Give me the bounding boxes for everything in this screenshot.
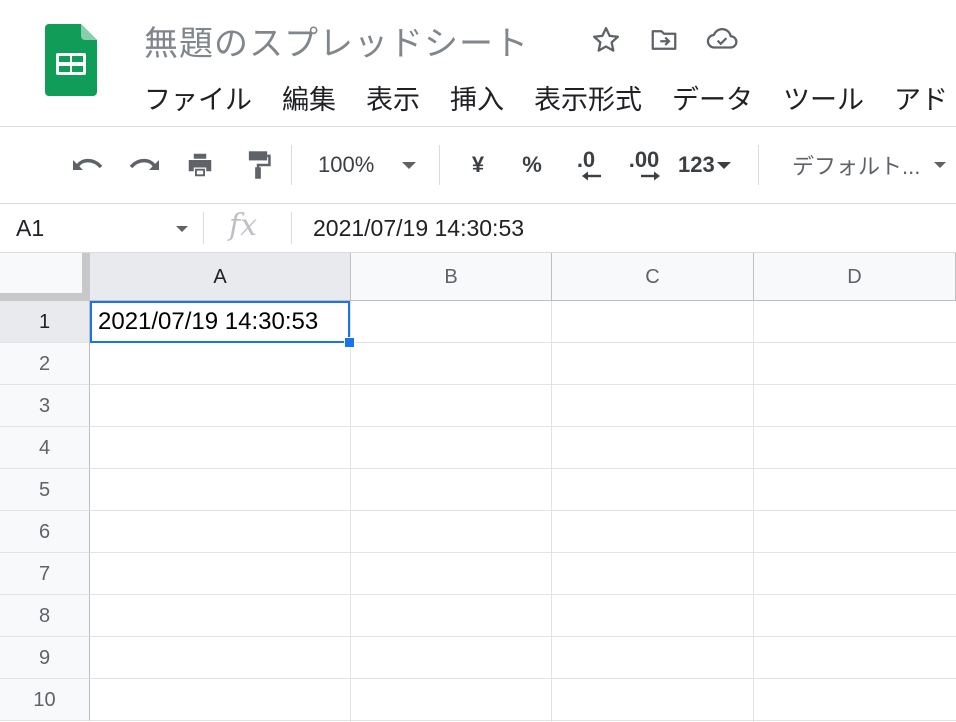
formula-bar: A1 fx 2021/07/19 14:30:53 (0, 204, 956, 253)
toolbar-divider (439, 145, 440, 185)
menu-data[interactable]: データ (672, 78, 753, 117)
document-title[interactable]: 無題のスプレッドシート (144, 16, 529, 65)
move-to-folder-icon[interactable] (646, 22, 682, 58)
menu-bar: ファイル 編集 表示 挿入 表示形式 データ ツール アド (144, 78, 948, 117)
menu-file[interactable]: ファイル (144, 78, 252, 117)
row-header-3[interactable]: 3 (0, 385, 90, 427)
font-name: デフォルト... (792, 154, 921, 179)
increase-decimal-button[interactable]: .00 (622, 127, 666, 203)
grid-line (90, 510, 956, 511)
grid-line (90, 594, 956, 595)
menu-format[interactable]: 表示形式 (534, 78, 642, 117)
grid-line (90, 384, 956, 385)
menu-view[interactable]: 表示 (366, 78, 420, 117)
menu-edit[interactable]: 編集 (282, 78, 336, 117)
grid-line (90, 678, 956, 679)
cloud-saved-icon[interactable] (704, 22, 740, 58)
chevron-down-icon (716, 161, 731, 169)
star-icon[interactable] (588, 22, 624, 58)
font-select[interactable]: デフォルト... (792, 127, 956, 203)
title-bar: 無題のスプレッドシート ファイル 編集 表示 挿入 表示形式 データ ツール ア… (0, 0, 956, 127)
grid-line (90, 720, 956, 721)
grid-line (551, 301, 552, 722)
format-percent-button[interactable]: % (514, 127, 550, 203)
percent-label: % (522, 152, 542, 177)
more-formats-label: 123 (678, 152, 715, 177)
zoom-value: 100% (318, 152, 375, 177)
format-currency-button[interactable]: ¥ (460, 127, 496, 203)
formula-divider (291, 212, 292, 244)
decrease-decimal-label: .0 (576, 147, 596, 172)
column-header-a[interactable]: A (90, 253, 351, 301)
name-box-dropdown-icon[interactable] (176, 226, 188, 232)
sheets-logo-icon[interactable] (45, 24, 97, 96)
row-header-10[interactable]: 10 (0, 679, 90, 721)
row-header-9[interactable]: 9 (0, 637, 90, 679)
print-icon[interactable] (180, 127, 220, 203)
cell-a1[interactable]: 2021/07/19 14:30:53 (90, 301, 350, 343)
column-header-d[interactable]: D (754, 253, 956, 301)
grid-line (90, 636, 956, 637)
increase-decimal-label: .00 (628, 147, 660, 172)
row-header-6[interactable]: 6 (0, 511, 90, 553)
column-header-c[interactable]: C (552, 253, 754, 301)
toolbar: 100% ¥ % .0 .00 123 デフォルト... (0, 127, 956, 204)
grid-line (90, 426, 956, 427)
menu-tools[interactable]: ツール (783, 78, 864, 117)
toolbar-divider (758, 145, 759, 185)
toolbar-divider (291, 145, 292, 185)
fill-handle[interactable] (344, 337, 355, 348)
name-box[interactable]: A1 (16, 204, 44, 252)
paint-format-icon[interactable] (238, 127, 278, 203)
menu-addons[interactable]: アド (894, 78, 948, 117)
decrease-decimal-button[interactable]: .0 (566, 127, 606, 203)
grid-line (90, 468, 956, 469)
grid-line (350, 301, 351, 722)
arrow-left-icon (582, 171, 601, 181)
grid-line (753, 301, 754, 722)
row-header-4[interactable]: 4 (0, 427, 90, 469)
redo-icon[interactable] (124, 127, 164, 203)
row-header-7[interactable]: 7 (0, 553, 90, 595)
fx-icon: fx (229, 208, 258, 243)
chevron-down-icon (934, 162, 947, 168)
row-header-1[interactable]: 1 (0, 301, 90, 343)
undo-icon[interactable] (68, 127, 108, 203)
frozen-row-handle[interactable] (0, 293, 90, 301)
arrow-right-icon (641, 171, 660, 181)
currency-label: ¥ (471, 152, 485, 177)
chevron-down-icon (402, 161, 417, 169)
more-formats-select[interactable]: 123 (678, 127, 744, 203)
row-header-8[interactable]: 8 (0, 595, 90, 637)
sheet-grid[interactable]: A B C D 1 2 3 4 5 6 7 8 9 10 2021/07/19 … (0, 253, 956, 722)
menu-insert[interactable]: 挿入 (450, 78, 504, 117)
formula-divider (203, 212, 204, 244)
column-header-b[interactable]: B (351, 253, 552, 301)
row-header-2[interactable]: 2 (0, 343, 90, 385)
row-header-5[interactable]: 5 (0, 469, 90, 511)
formula-input[interactable]: 2021/07/19 14:30:53 (313, 204, 524, 252)
zoom-select[interactable]: 100% (318, 127, 430, 203)
grid-line (90, 552, 956, 553)
